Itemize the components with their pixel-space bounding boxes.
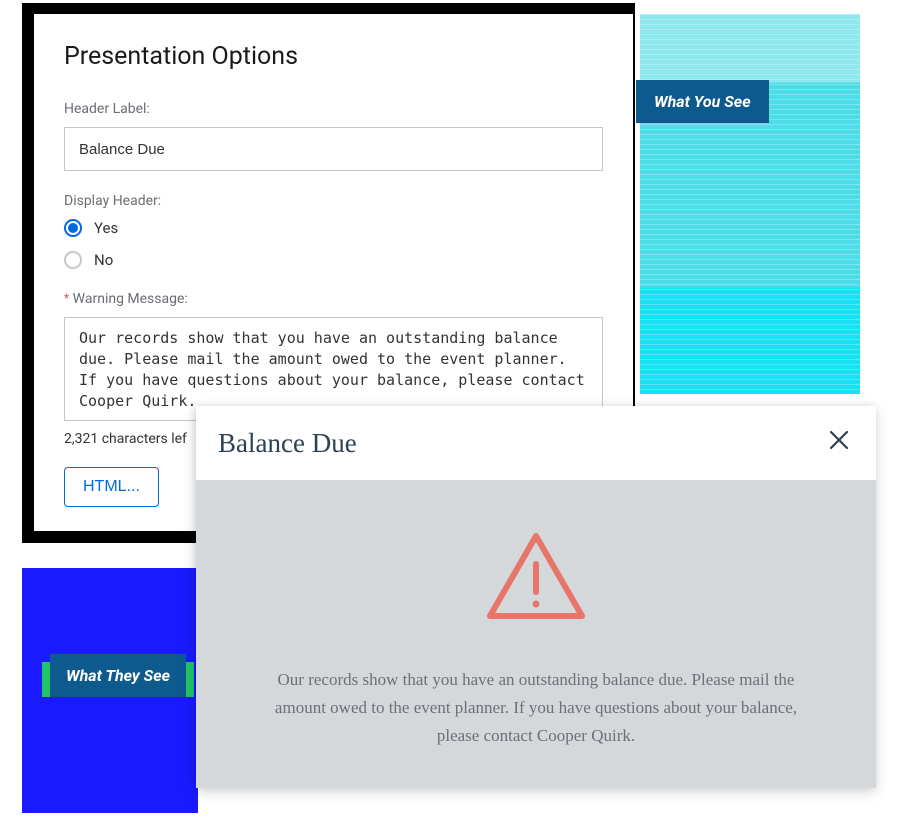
what-you-see-badge: What You See	[636, 80, 769, 123]
close-icon[interactable]	[824, 424, 854, 462]
warning-message-field-label: Warning Message:	[73, 291, 188, 307]
header-label-field: Header Label:	[64, 101, 603, 117]
modal-title: Balance Due	[218, 428, 357, 459]
radio-yes-label: Yes	[94, 219, 118, 237]
display-header-field: Display Header:	[64, 193, 603, 209]
required-indicator: *	[64, 291, 69, 305]
radio-no[interactable]: No	[64, 251, 603, 269]
display-header-radio-group: Yes No	[64, 219, 603, 269]
modal-message: Our records show that you have an outsta…	[256, 666, 816, 750]
html-button[interactable]: HTML...	[64, 467, 159, 507]
decorative-cyan-background	[640, 14, 860, 394]
warning-message-field: * Warning Message:	[64, 291, 603, 307]
what-they-see-badge: What They See	[50, 654, 186, 697]
header-label-input[interactable]	[64, 127, 603, 171]
modal-header: Balance Due	[196, 406, 876, 480]
radio-icon-selected	[64, 219, 82, 237]
radio-icon-unselected	[64, 251, 82, 269]
balance-due-modal: Balance Due Our records show that you ha…	[196, 406, 876, 788]
modal-body: Our records show that you have an outsta…	[196, 480, 876, 788]
radio-no-label: No	[94, 251, 113, 269]
radio-yes[interactable]: Yes	[64, 219, 603, 237]
warning-triangle-icon	[236, 530, 836, 626]
panel-title: Presentation Options	[64, 42, 603, 71]
